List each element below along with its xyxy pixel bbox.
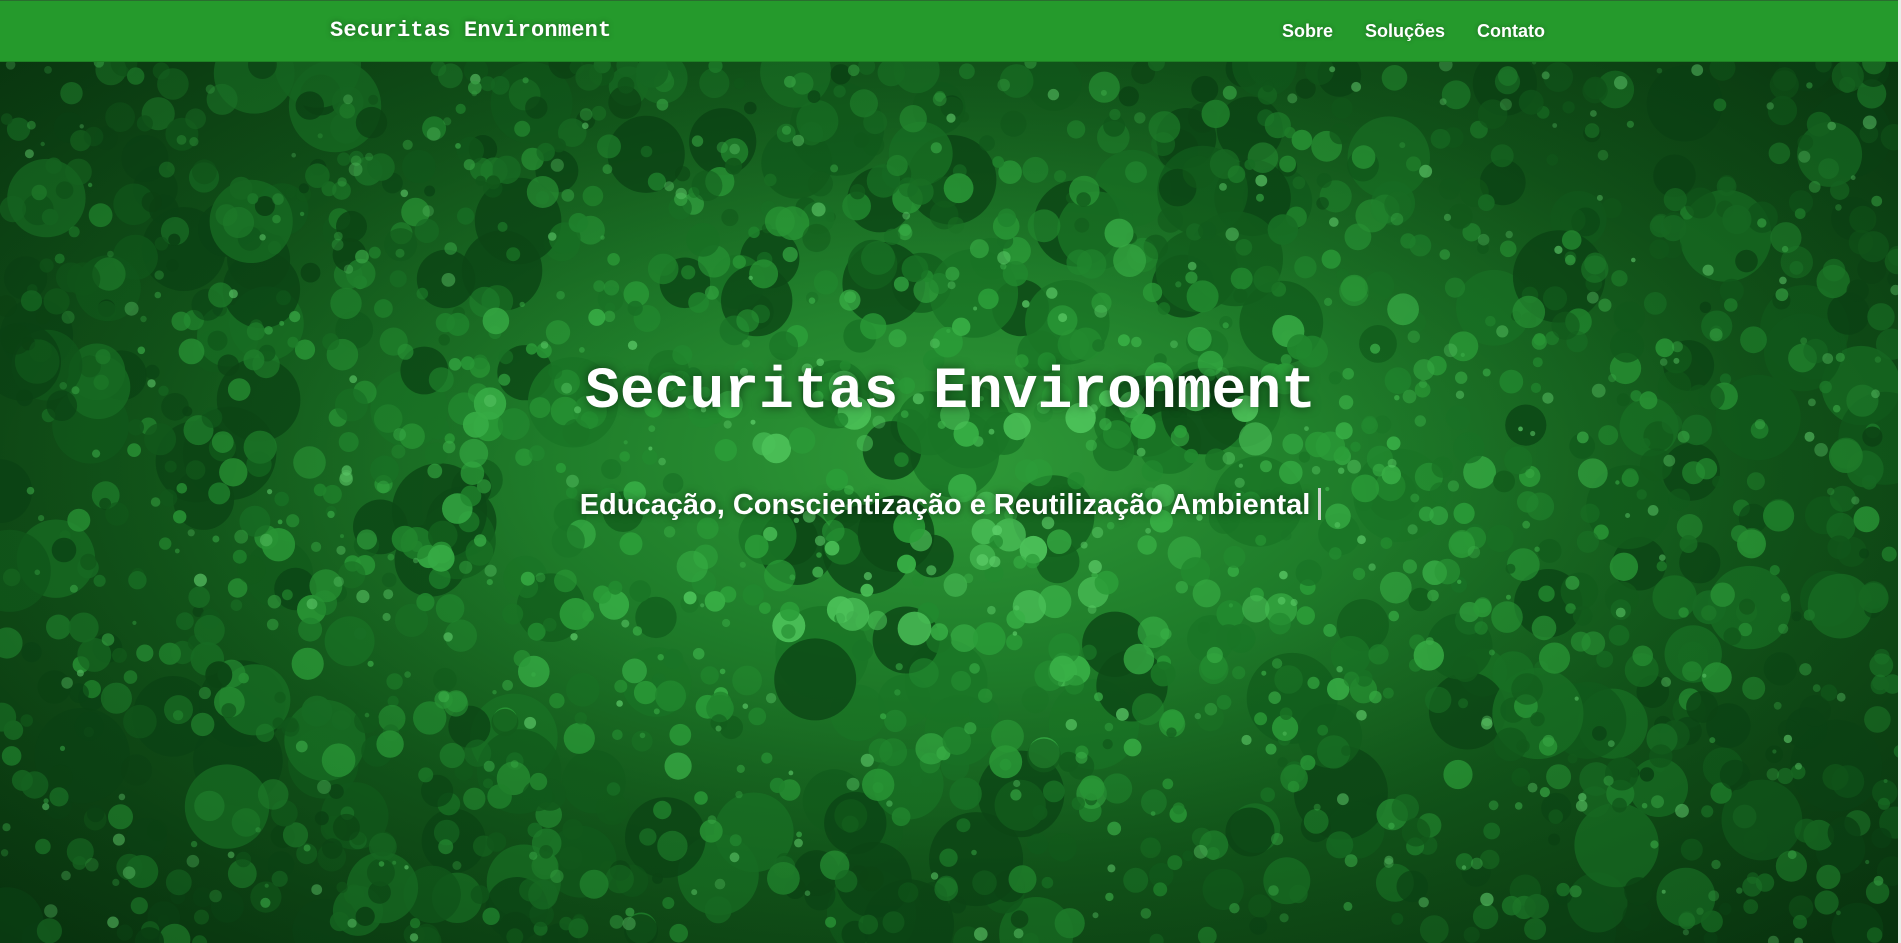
nav-link-sobre[interactable]: Sobre <box>1282 21 1333 42</box>
brand-logo[interactable]: Securitas Environment <box>330 18 611 43</box>
nav-links: Sobre Soluções Contato <box>1282 21 1545 42</box>
navbar: Securitas Environment Sobre Soluções Con… <box>0 0 1901 62</box>
hero-subtitle-container: Educação, Conscientização e Reutilização… <box>0 488 1901 522</box>
nav-link-solucoes[interactable]: Soluções <box>1365 21 1445 42</box>
hero-title: Securitas Environment <box>585 360 1316 425</box>
typing-cursor <box>1318 488 1322 520</box>
hero-subtitle: Educação, Conscientização e Reutilização… <box>579 489 1311 521</box>
nav-link-contato[interactable]: Contato <box>1477 21 1545 42</box>
